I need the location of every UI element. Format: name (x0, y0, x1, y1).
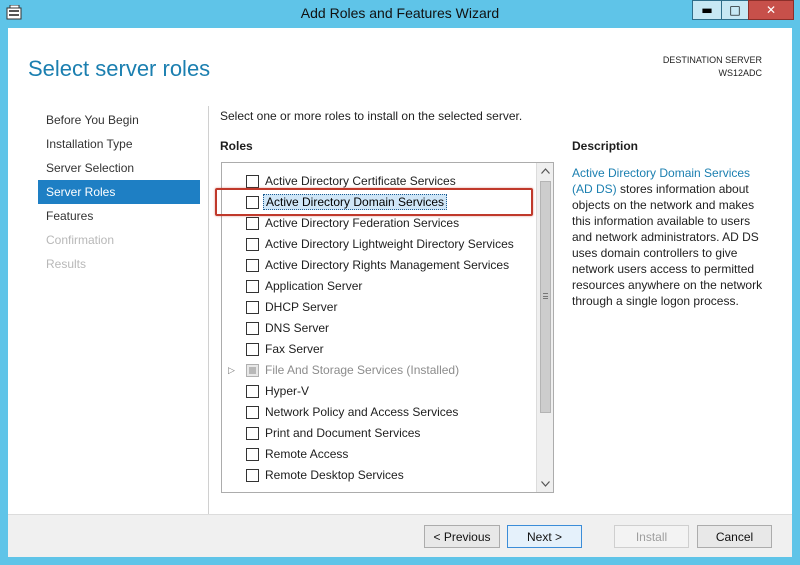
role-checkbox[interactable] (246, 175, 259, 188)
role-item[interactable]: Active Directory Federation Services (222, 213, 536, 234)
previous-button[interactable]: < Previous (424, 525, 500, 548)
role-checkbox[interactable] (246, 385, 259, 398)
role-item[interactable]: DHCP Server (222, 297, 536, 318)
role-label: Active Directory Rights Management Servi… (265, 258, 510, 272)
role-item[interactable]: DNS Server (222, 318, 536, 339)
role-label: Application Server (265, 279, 363, 293)
nav-item-before-you-begin[interactable]: Before You Begin (38, 108, 200, 132)
role-item[interactable]: Active Directory Rights Management Servi… (222, 255, 536, 276)
role-label: Active Directory Lightweight Directory S… (265, 237, 514, 251)
destination-server-label: DESTINATION SERVER (662, 55, 762, 65)
nav-item-server-roles[interactable]: Server Roles (38, 180, 200, 204)
role-checkbox-disabled (246, 364, 259, 377)
description-text: Active Directory Domain Services (AD DS)… (572, 165, 772, 309)
role-label: Active Directory Federation Services (265, 216, 460, 230)
nav-item-results: Results (46, 257, 87, 271)
instruction-text: Select one or more roles to install on t… (220, 109, 523, 123)
install-button: Install (614, 525, 689, 548)
role-checkbox[interactable] (246, 280, 259, 293)
nav-item-confirmation: Confirmation (46, 233, 115, 247)
description-body: stores information about objects on the … (572, 182, 763, 308)
role-label: DNS Server (265, 321, 330, 335)
role-item[interactable]: Hyper-V (222, 381, 536, 402)
cancel-button[interactable]: Cancel (697, 525, 772, 548)
role-checkbox[interactable] (246, 301, 259, 314)
role-checkbox[interactable] (246, 322, 259, 335)
roles-heading: Roles (220, 139, 253, 153)
window-title: Add Roles and Features Wizard (300, 5, 500, 21)
close-button[interactable]: ✕ (748, 0, 794, 20)
role-item[interactable]: Application Server (222, 276, 536, 297)
nav-item-installation-type[interactable]: Installation Type (38, 132, 200, 156)
roles-scrollbar[interactable] (536, 163, 553, 492)
destination-server: DESTINATION SERVER WS12ADC (663, 54, 762, 80)
role-checkbox[interactable] (246, 217, 259, 230)
role-checkbox[interactable] (246, 469, 259, 482)
wizard-nav: Before You Begin Installation Type Serve… (38, 108, 200, 276)
nav-divider (208, 106, 209, 522)
next-button[interactable]: Next > (507, 525, 582, 548)
role-item[interactable]: Active Directory Lightweight Directory S… (222, 234, 536, 255)
role-checkbox[interactable] (246, 259, 259, 272)
role-label: Fax Server (265, 342, 324, 356)
maximize-button[interactable]: □ (721, 0, 749, 20)
page-title: Select server roles (28, 56, 211, 81)
role-checkbox[interactable] (246, 238, 259, 251)
scroll-up-icon[interactable] (537, 163, 553, 179)
role-label: Active Directory Certificate Services (265, 174, 456, 188)
role-label: Remote Access (265, 447, 349, 461)
role-label: Network Policy and Access Services (265, 405, 459, 419)
destination-server-value: WS12ADC (718, 68, 762, 78)
selection-highlight-frame (215, 188, 533, 216)
title-bar: Add Roles and Features Wizard ▬ □ ✕ (0, 0, 800, 28)
role-checkbox[interactable] (246, 448, 259, 461)
grip-icon (543, 293, 548, 299)
minimize-button[interactable]: ▬ (692, 0, 722, 20)
role-checkbox[interactable] (246, 343, 259, 356)
wizard-body: Select server roles DESTINATION SERVER W… (8, 28, 792, 557)
description-heading: Description (572, 139, 639, 153)
role-item[interactable]: Remote Desktop Services (222, 465, 536, 486)
role-item[interactable]: Remote Access (222, 444, 536, 465)
role-checkbox[interactable] (246, 406, 259, 419)
role-label: Print and Document Services (265, 426, 421, 440)
nav-item-features[interactable]: Features (38, 204, 200, 228)
role-item[interactable]: Network Policy and Access Services (222, 402, 536, 423)
role-label: Remote Desktop Services (265, 468, 404, 482)
expand-arrow-icon[interactable]: ▷ (228, 364, 238, 376)
role-label: File And Storage Services (Installed) (265, 363, 460, 377)
role-checkbox[interactable] (246, 427, 259, 440)
role-item[interactable]: Print and Document Services (222, 423, 536, 444)
role-item[interactable]: Fax Server (222, 339, 536, 360)
nav-item-server-selection[interactable]: Server Selection (38, 156, 200, 180)
wizard-footer: < Previous Next > Install Cancel (8, 514, 792, 557)
role-label: DHCP Server (265, 300, 338, 314)
role-label: Hyper-V (265, 384, 310, 398)
scroll-thumb[interactable] (540, 181, 551, 413)
scroll-down-icon[interactable] (537, 476, 553, 492)
role-item[interactable]: ▷ File And Storage Services (Installed) (222, 360, 536, 381)
